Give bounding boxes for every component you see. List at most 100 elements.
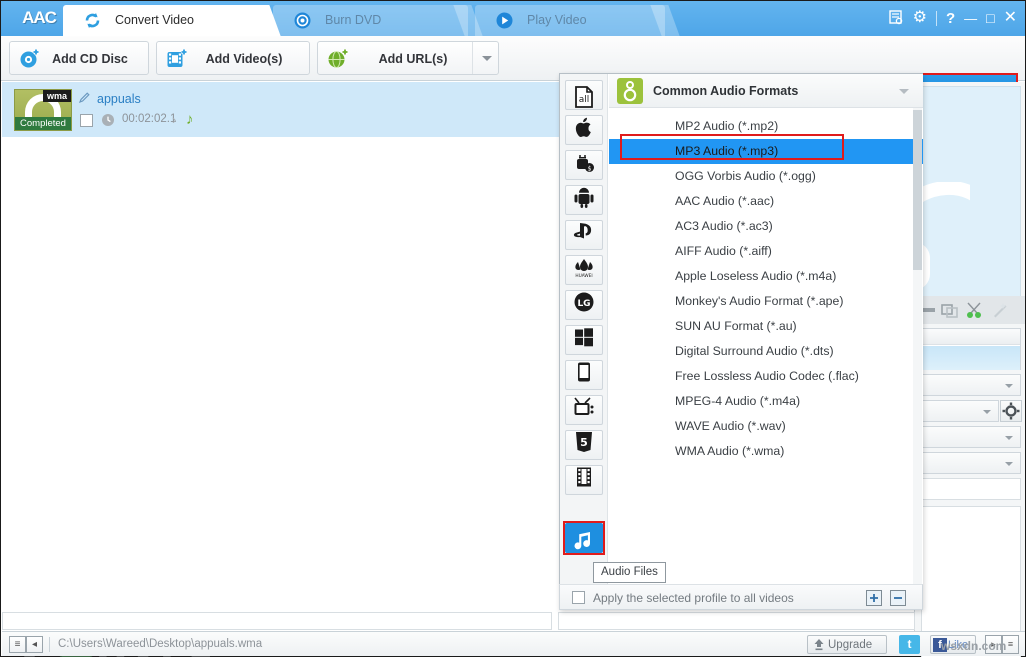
preview-list[interactable] [921, 328, 1021, 370]
window-controls: ⚙ ? — □ ✕ [888, 7, 1017, 29]
svg-text:$: $ [588, 166, 592, 173]
task-list-icon[interactable] [888, 9, 904, 27]
svg-text:LG: LG [577, 299, 590, 309]
file-duration: 00:02:02.1 [122, 113, 177, 125]
format-item-wma[interactable]: WMA Audio (*.wma) [609, 439, 923, 464]
audio-note-icon: ♪ [186, 111, 194, 128]
preview-combo-4[interactable] [921, 452, 1021, 474]
add-profile-button[interactable] [866, 590, 882, 606]
output-path[interactable]: C:\Users\Wareed\Desktop\appuals.wma [58, 632, 262, 657]
format-item-aac[interactable]: AAC Audio (*.aac) [609, 189, 923, 214]
tab-burn-dvd[interactable]: Burn DVD [273, 5, 468, 36]
crop-icon[interactable] [941, 301, 959, 319]
remove-profile-button[interactable] [890, 590, 906, 606]
settings-gear-icon[interactable]: ⚙ [913, 10, 927, 26]
tab-play-video[interactable]: Play Video [475, 5, 665, 36]
chevron-down-icon [481, 56, 492, 61]
minimize-icon[interactable]: — [964, 12, 977, 25]
divider [49, 637, 50, 652]
android-paid-icon[interactable]: $ [565, 150, 603, 180]
add-videos-button[interactable]: Add Video(s) [156, 41, 310, 75]
list-selected-row[interactable] [922, 346, 1020, 370]
format-dropdown-panel: all $ HUAWEI LG 5 Common Audio Formats M… [559, 73, 923, 610]
add-cd-disc-button[interactable]: Add CD Disc [9, 41, 149, 75]
chevron-right-icon[interactable]: › [172, 112, 176, 127]
film-icon[interactable] [565, 465, 603, 495]
row-checkbox[interactable] [80, 114, 93, 127]
collapse-left-icon[interactable]: ◂ [26, 636, 43, 653]
audio-files-tooltip: Audio Files [593, 562, 666, 583]
status-bar: ≡ ◂ C:\Users\Wareed\Desktop\appuals.wma … [2, 631, 1025, 656]
video-preview-area[interactable] [885, 86, 1021, 298]
format-item-aiff[interactable]: AIFF Audio (*.aiff) [609, 239, 923, 264]
apply-all-label: Apply the selected profile to all videos [593, 591, 794, 605]
format-item-mp3[interactable]: MP3 Audio (*.mp3) [609, 139, 923, 164]
speaker-icon [617, 78, 643, 104]
divider [935, 10, 937, 26]
dropdown-scrollbar-thumb[interactable] [913, 110, 922, 270]
format-item-dts[interactable]: Digital Surround Audio (*.dts) [609, 339, 923, 364]
apply-profile-bar: Apply the selected profile to all videos [559, 584, 923, 610]
lg-icon[interactable]: LG [565, 290, 603, 320]
status-badge: Completed [15, 117, 71, 130]
add-urls-button[interactable]: Add URL(s) [317, 41, 499, 75]
add-videos-label: Add Video(s) [205, 52, 283, 66]
format-list: Common Audio Formats MP2 Audio (*.mp2) M… [609, 74, 923, 609]
format-item-wav[interactable]: WAVE Audio (*.wav) [609, 414, 923, 439]
play-icon [495, 11, 514, 30]
upgrade-label: Upgrade [828, 639, 873, 651]
html5-icon[interactable]: 5 [565, 430, 603, 460]
preview-combo-2[interactable] [921, 400, 999, 422]
file-thumbnail: wma Completed [14, 89, 72, 131]
tv-icon[interactable] [565, 395, 603, 425]
effects-wand-icon[interactable] [991, 301, 1009, 319]
chevron-down-icon[interactable] [899, 89, 909, 94]
convert-icon [83, 11, 102, 30]
chevron-down-icon [1005, 436, 1013, 440]
add-cd-disc-label: Add CD Disc [52, 52, 128, 66]
format-item-flac[interactable]: Free Lossless Audio Codec (.flac) [609, 364, 923, 389]
format-item-mp2[interactable]: MP2 Audio (*.mp2) [609, 114, 923, 139]
format-item-ogg[interactable]: OGG Vorbis Audio (*.ogg) [609, 164, 923, 189]
cut-scissors-icon[interactable] [965, 301, 983, 319]
add-urls-dropdown-toggle[interactable] [472, 42, 498, 74]
site-watermark: wsxdn.com [941, 639, 1007, 653]
preview-settings-button[interactable] [1000, 400, 1022, 422]
huawei-icon[interactable]: HUAWEI [565, 255, 603, 285]
disc-icon [293, 11, 312, 30]
apple-icon[interactable] [565, 115, 603, 145]
format-category-header[interactable]: Common Audio Formats [609, 74, 923, 108]
format-item-ape[interactable]: Monkey's Audio Format (*.ape) [609, 289, 923, 314]
edit-pencil-icon[interactable] [78, 91, 92, 105]
all-formats-icon[interactable]: all [565, 80, 603, 110]
twitter-button[interactable]: t [899, 635, 920, 654]
list-view-icon[interactable]: ≡ [9, 636, 26, 653]
format-item-m4a-alac[interactable]: Apple Loseless Audio (*.m4a) [609, 264, 923, 289]
upgrade-button[interactable]: Upgrade [807, 635, 887, 654]
format-item-m4a[interactable]: MPEG-4 Audio (*.m4a) [609, 389, 923, 414]
maximize-icon[interactable]: □ [986, 11, 994, 25]
format-category-sidebar: all $ HUAWEI LG 5 [560, 74, 608, 609]
svg-text:5: 5 [580, 436, 588, 449]
help-icon[interactable]: ? [946, 11, 955, 26]
audio-files-icon[interactable] [565, 523, 603, 553]
playstation-icon[interactable] [565, 220, 603, 250]
preview-field [921, 478, 1021, 500]
apply-all-checkbox[interactable] [572, 591, 585, 604]
status-left-buttons: ≡ ◂ [9, 636, 43, 653]
tab-label: Burn DVD [325, 13, 382, 27]
file-name[interactable]: appuals [97, 92, 141, 106]
preview-combo-3[interactable] [921, 426, 1021, 448]
format-item-ac3[interactable]: AC3 Audio (*.ac3) [609, 214, 923, 239]
preview-combo-1[interactable] [921, 374, 1021, 396]
windows-icon[interactable] [565, 325, 603, 355]
format-item-au[interactable]: SUN AU Format (*.au) [609, 314, 923, 339]
bottom-left-strip [2, 612, 552, 630]
smartphone-icon[interactable] [565, 360, 603, 390]
svg-text:HUAWEI: HUAWEI [575, 273, 592, 278]
preview-toolbar [915, 296, 1025, 324]
chevron-down-icon [1005, 384, 1013, 388]
close-icon[interactable]: ✕ [1004, 10, 1017, 26]
tab-convert-video[interactable]: Convert Video [63, 5, 268, 36]
android-icon[interactable] [565, 185, 603, 215]
